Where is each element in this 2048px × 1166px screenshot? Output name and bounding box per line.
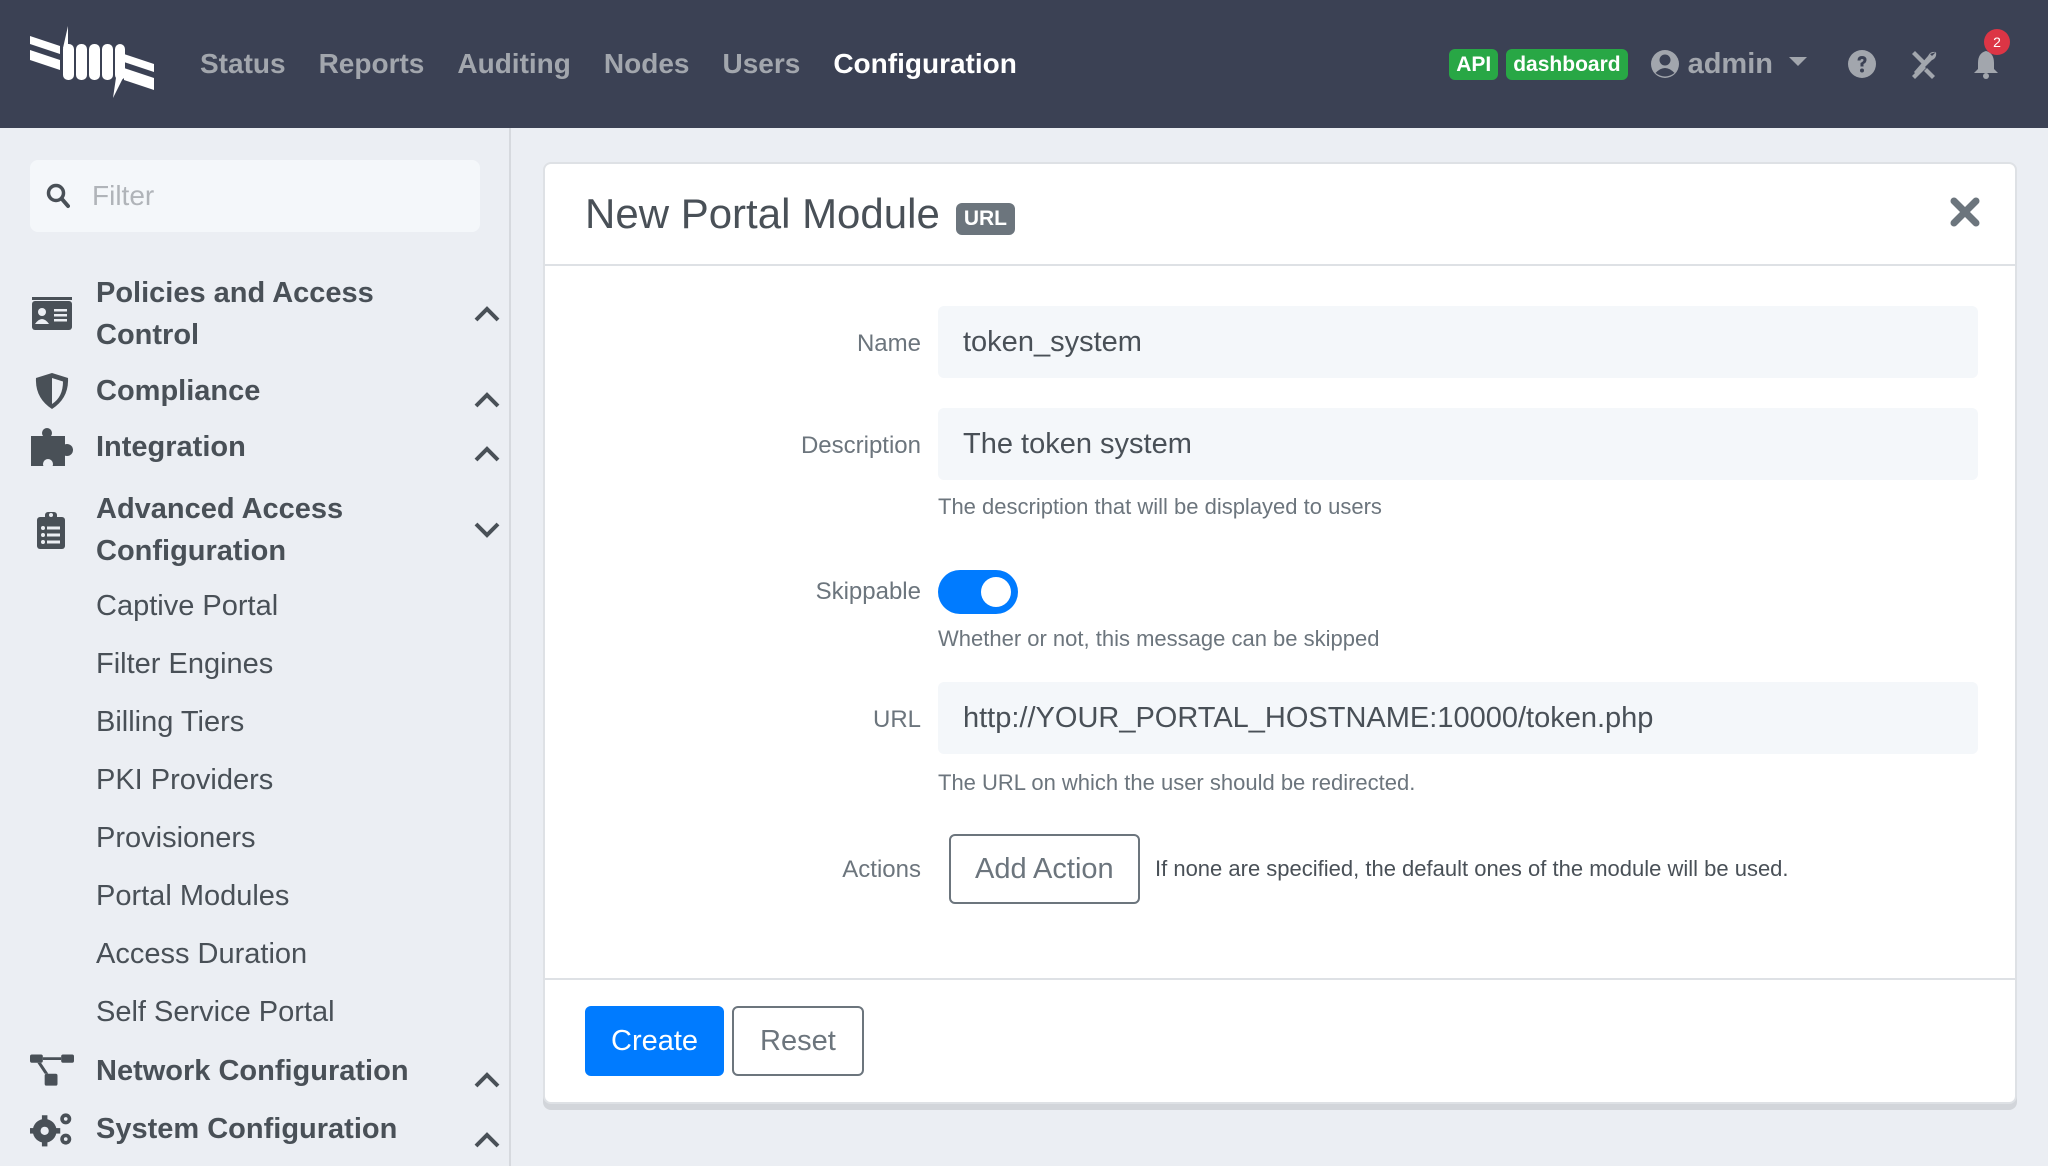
notifications-button[interactable]: 2 xyxy=(1970,29,2010,80)
add-action-button[interactable]: Add Action xyxy=(949,834,1140,904)
packetfence-logo-icon[interactable] xyxy=(30,24,154,100)
chevron-up-icon xyxy=(474,446,500,462)
section-label: Advanced Access Configuration xyxy=(96,493,344,567)
toggle-knob xyxy=(981,577,1011,607)
search-icon xyxy=(46,183,70,208)
filter-input[interactable] xyxy=(92,180,452,212)
create-button[interactable]: Create xyxy=(585,1006,725,1076)
nav-right: API dashboard admin 2 xyxy=(1449,0,2048,128)
api-badge[interactable]: API xyxy=(1449,48,1499,80)
sidebar-item-provisioners[interactable]: Provisioners xyxy=(96,820,256,856)
name-input[interactable] xyxy=(938,306,1978,378)
nav-nodes[interactable]: Nodes xyxy=(604,48,690,80)
sidebar-section-advanced-access[interactable]: Advanced Access Configuration xyxy=(30,486,500,574)
sidebar-item-filter-engines[interactable]: Filter Engines xyxy=(96,646,273,682)
url-label: URL xyxy=(872,706,921,733)
clipboard-list-icon xyxy=(37,512,65,549)
reset-button[interactable]: Reset xyxy=(732,1006,864,1076)
section-label: System Configuration xyxy=(96,1113,398,1145)
sidebar-section-integration[interactable]: Integration xyxy=(30,424,500,470)
page-title: New Portal Module URL xyxy=(585,190,1015,238)
sidebar-item-captive-portal[interactable]: Captive Portal xyxy=(96,588,278,624)
main-nav: Status Reports Auditing Nodes Users Conf… xyxy=(200,0,1050,128)
description-help: The description that will be displayed t… xyxy=(938,494,1382,519)
module-type-badge: URL xyxy=(955,203,1015,235)
actions-label: Actions xyxy=(842,856,921,883)
sidebar-section-network-configuration[interactable]: Network Configuration xyxy=(30,1048,500,1094)
notification-count-badge: 2 xyxy=(1984,29,2010,55)
caret-down-icon xyxy=(1789,56,1807,66)
sidebar-item-pki-providers[interactable]: PKI Providers xyxy=(96,762,273,798)
username: admin xyxy=(1687,47,1773,80)
skippable-help: Whether or not, this message can be skip… xyxy=(938,626,1380,651)
section-label: Network Configuration xyxy=(96,1055,409,1087)
sidebar-item-self-service-portal[interactable]: Self Service Portal xyxy=(96,994,335,1030)
sidebar: Policies and Access Control Compliance I… xyxy=(0,128,511,1166)
sidebar-section-policies[interactable]: Policies and Access Control xyxy=(30,270,500,358)
chevron-up-icon xyxy=(474,392,500,408)
dashboard-badge[interactable]: dashboard xyxy=(1506,48,1628,80)
sidebar-filter xyxy=(30,160,480,232)
skippable-label: Skippable xyxy=(815,578,921,605)
nav-users[interactable]: Users xyxy=(722,48,800,80)
skippable-toggle[interactable] xyxy=(938,570,1018,614)
sidebar-item-access-duration[interactable]: Access Duration xyxy=(96,936,307,972)
description-label: Description xyxy=(800,432,921,459)
sidebar-item-portal-modules[interactable]: Portal Modules xyxy=(96,878,289,914)
card-footer: Create Reset xyxy=(545,978,2015,1104)
user-menu[interactable]: admin xyxy=(1650,48,1807,81)
actions-help: If none are specified, the default ones … xyxy=(1155,856,1789,881)
id-card-icon xyxy=(32,297,72,330)
card-title-text: New Portal Module xyxy=(585,190,940,237)
user-circle-icon xyxy=(1650,50,1679,78)
nav-status[interactable]: Status xyxy=(200,48,286,80)
url-input[interactable] xyxy=(938,682,1978,754)
sidebar-item-billing-tiers[interactable]: Billing Tiers xyxy=(96,704,244,740)
close-icon[interactable] xyxy=(1949,196,1981,228)
chevron-up-icon xyxy=(474,306,500,322)
tools-icon[interactable] xyxy=(1908,48,1940,80)
top-navbar: Status Reports Auditing Nodes Users Conf… xyxy=(0,0,2048,128)
portal-module-form-card: New Portal Module URL Name Description T… xyxy=(543,162,2017,1104)
section-label: Compliance xyxy=(96,375,261,407)
nav-auditing[interactable]: Auditing xyxy=(457,48,571,80)
sidebar-section-system-configuration[interactable]: System Configuration xyxy=(30,1106,500,1152)
chevron-up-icon xyxy=(474,1072,500,1088)
section-label: Integration xyxy=(96,431,246,463)
nav-reports[interactable]: Reports xyxy=(319,48,425,80)
shield-icon xyxy=(35,373,69,409)
section-label: Policies and Access Control xyxy=(96,277,374,351)
sidebar-section-compliance[interactable]: Compliance xyxy=(30,368,500,414)
nav-configuration[interactable]: Configuration xyxy=(833,48,1017,80)
name-label: Name xyxy=(856,330,921,357)
question-circle-icon[interactable] xyxy=(1846,48,1878,80)
chevron-up-icon xyxy=(474,1132,500,1148)
puzzle-piece-icon xyxy=(31,428,73,466)
cogs-icon xyxy=(30,1113,72,1147)
chevron-down-icon xyxy=(474,522,500,538)
description-input[interactable] xyxy=(938,408,1978,480)
url-help: The URL on which the user should be redi… xyxy=(938,770,1416,795)
network-icon xyxy=(30,1054,74,1086)
card-header: New Portal Module URL xyxy=(545,164,2015,266)
